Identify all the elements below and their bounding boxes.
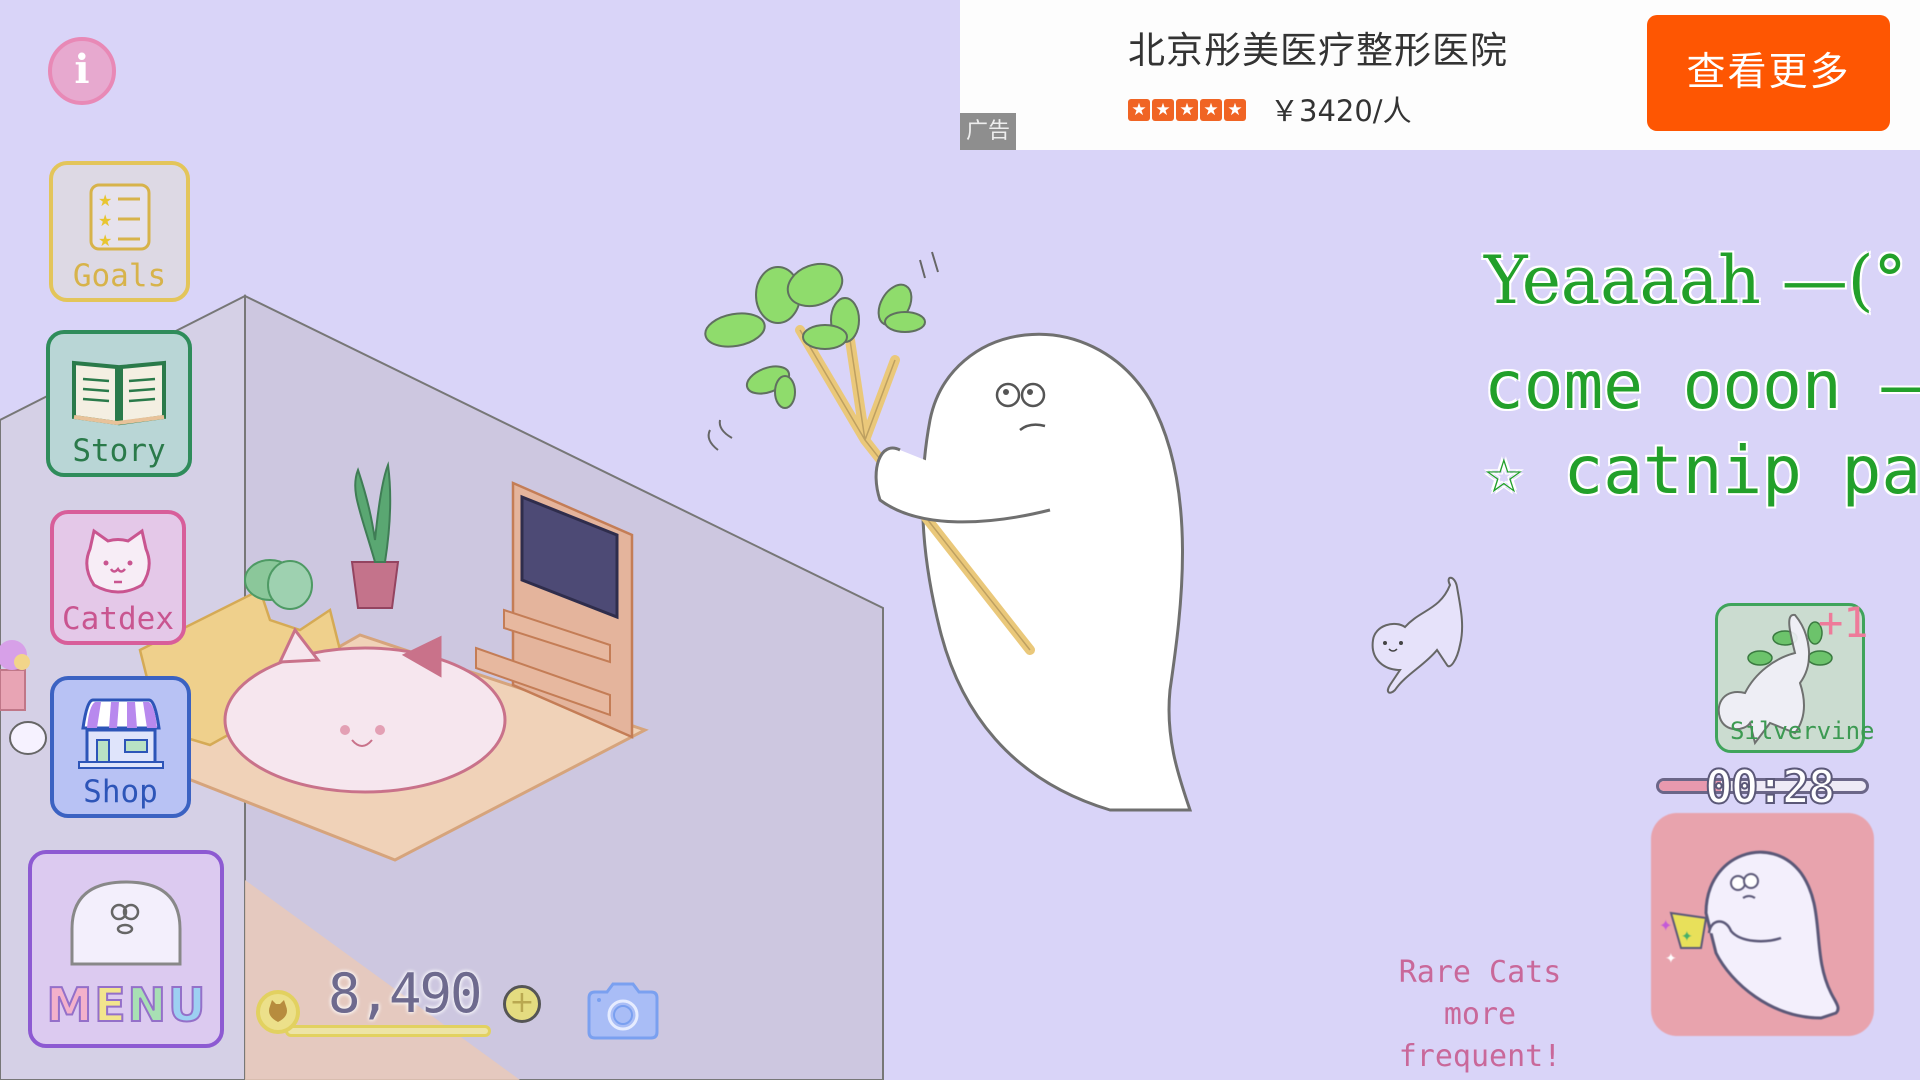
menu-button[interactable]: M E N U [28,850,224,1048]
timer-countdown: 00:28 [1704,759,1836,815]
promo-line-2: more frequent! [1398,997,1562,1074]
promo-line-1: Rare Cats [1398,955,1562,990]
ghost-icon [70,880,182,966]
ghost-character [704,251,1193,812]
coin-icon [256,990,300,1034]
story-button[interactable]: Story [46,330,192,477]
menu-label: M E N U [45,977,206,1033]
camera-icon [587,982,659,1040]
star-icon: ★ [1176,99,1198,121]
info-button[interactable]: i [48,37,116,105]
shop-button[interactable]: Shop [50,676,191,818]
svg-text:✦: ✦ [1681,929,1693,945]
ad-price: ￥3420/人 [1270,94,1412,128]
ghost-eye-right [1020,382,1046,408]
checklist-icon: ★ ★ ★ [89,183,150,251]
goals-label: Goals [72,258,167,294]
svg-text:✦: ✦ [1659,916,1672,935]
info-icon: i [74,46,90,93]
coin-bar [285,1025,491,1037]
svg-text:★: ★ [98,191,112,210]
add-coins-button[interactable]: + [503,985,541,1023]
ad-view-more-button[interactable]: 查看更多 [1647,15,1890,131]
item-count-badge: +1 [1818,598,1869,647]
coin-balance: 8,490 [328,962,483,1025]
book-icon [72,360,166,426]
star-icon: ★ [1128,99,1150,121]
story-label: Story [72,433,166,469]
plus-icon: + [509,985,535,1020]
catdex-label: Catdex [62,601,174,637]
rare-cats-promo: Rare Cats more frequent! [1360,952,1600,1078]
cat-face-icon [85,528,151,594]
ghost-eye-left [995,382,1021,408]
shop-label: Shop [83,774,158,810]
svg-text:★: ★ [98,211,112,230]
camera-button[interactable] [585,980,661,1040]
speech-line-3: ☆ catnip par [1484,432,1920,509]
catdex-button[interactable]: Catdex [50,510,186,645]
ad-rating-stars: ★ ★ ★ ★ ★ [1128,99,1246,121]
ad-label: 广告 [960,113,1016,150]
goals-button[interactable]: ★ ★ ★ Goals [49,161,190,302]
flower-pot [0,640,30,711]
star-icon: ★ [1224,99,1246,121]
walking-cat [1371,576,1464,694]
ghost-boost-button[interactable]: ✦ ✦ ✦ [1651,813,1874,1036]
leaves [704,262,926,409]
speech-line-2: come ooon —— [1484,347,1920,424]
speech-line-1: Yeaaaah —(° [1484,242,1907,319]
star-icon: ★ [1200,99,1222,121]
silvervine-label: Silvervine [1730,717,1875,745]
menu-letter: N [127,977,167,1033]
svg-text:✦: ✦ [1665,951,1677,967]
ad-title[interactable]: 北京彤美医疗整形医院 [1128,20,1508,74]
ghost-with-cup-icon: ✦ ✦ ✦ [1659,850,1840,1020]
menu-letter: M [45,977,93,1033]
menu-letter: U [167,977,206,1033]
star-icon: ★ [1152,99,1174,121]
ad-banner[interactable]: 北京彤美医疗整形医院 ★ ★ ★ ★ ★ ￥3420/人 广告 查看更多 [960,0,1920,150]
svg-text:★: ★ [98,231,112,250]
peeking-cat [9,721,47,755]
storefront-icon [77,698,164,769]
menu-letter: E [93,977,126,1033]
